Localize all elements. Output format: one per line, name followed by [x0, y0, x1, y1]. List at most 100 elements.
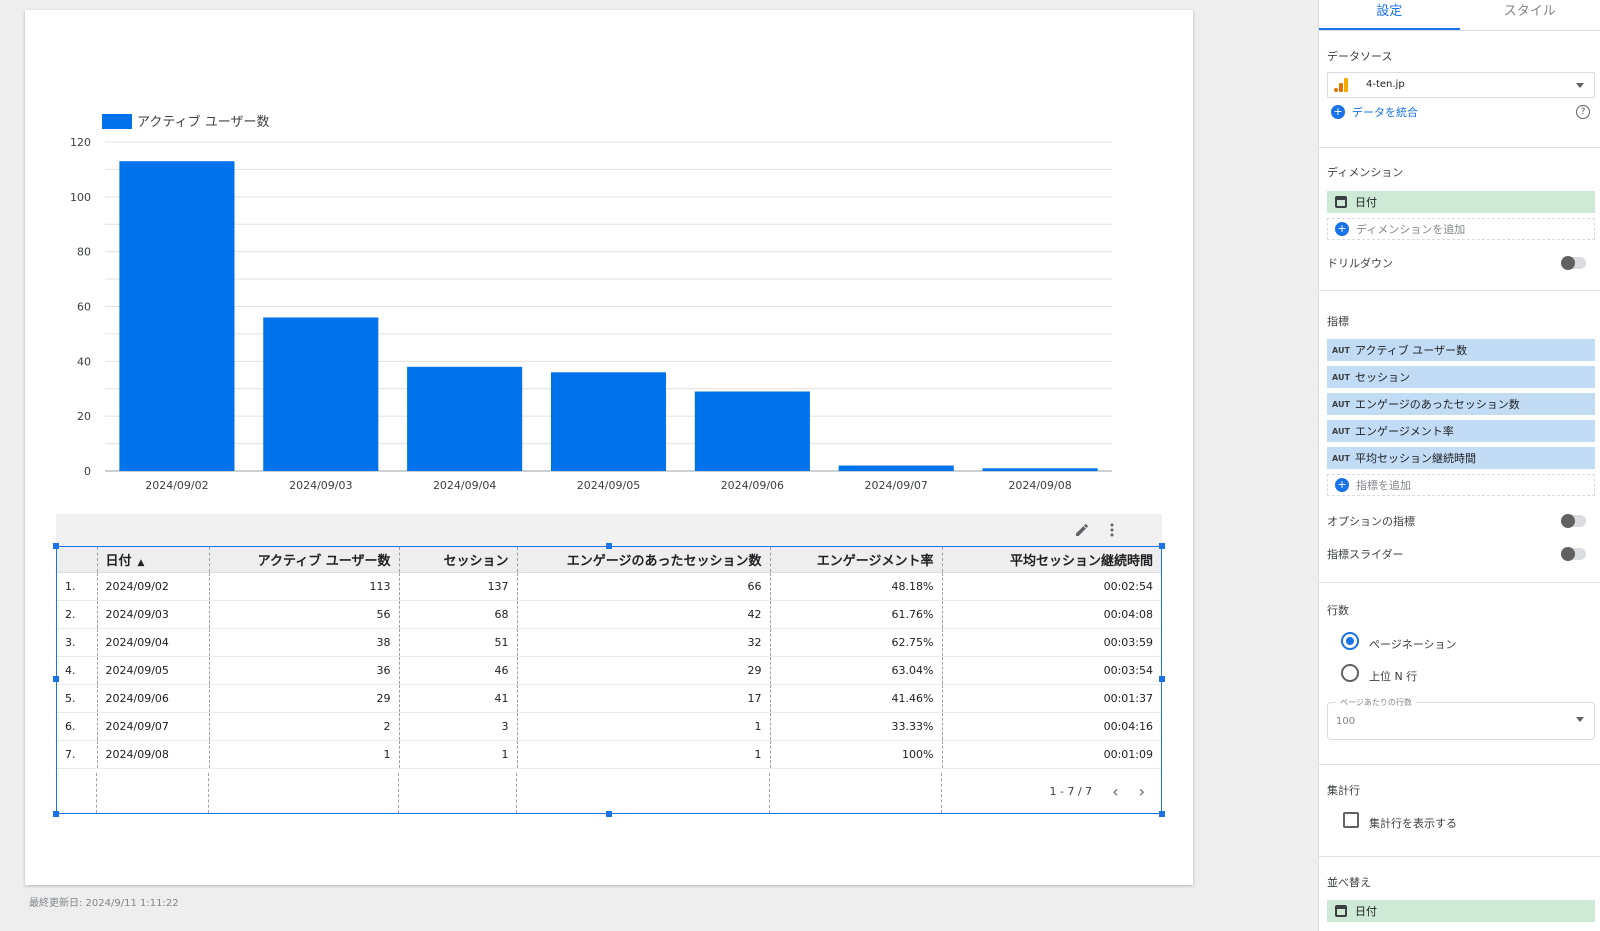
bar[interactable]: [838, 465, 954, 471]
bar[interactable]: [263, 317, 379, 471]
bar[interactable]: [694, 391, 810, 471]
x-tick-label: 2024/09/04: [433, 479, 496, 492]
help-icon[interactable]: ?: [1576, 105, 1590, 119]
cell-date: 2024/09/05: [97, 656, 210, 685]
summary-row-label: 集計行を表示する: [1369, 817, 1457, 830]
data-source-select[interactable]: 4-ten.jp: [1327, 72, 1595, 98]
cell-sessions: 1: [399, 740, 518, 769]
bar[interactable]: [550, 372, 667, 471]
pencil-icon[interactable]: [1072, 520, 1092, 540]
more-vert-icon[interactable]: [1102, 520, 1122, 540]
divider: [1319, 147, 1600, 148]
x-tick-label: 2024/09/03: [289, 479, 352, 492]
bar[interactable]: [119, 161, 235, 472]
cell-sessions: 68: [399, 600, 518, 629]
cell-avg-session-duration: 00:03:54: [942, 656, 1161, 685]
chevron-right-icon[interactable]: ›: [1139, 782, 1145, 801]
cell-date: 2024/09/04: [97, 628, 210, 657]
chevron-down-icon: [1576, 717, 1584, 722]
chevron-left-icon[interactable]: ‹: [1112, 782, 1118, 801]
cell-date: 2024/09/06: [97, 684, 210, 713]
sort-chip-date[interactable]: 日付: [1327, 900, 1595, 922]
divider: [1319, 856, 1600, 857]
header-engaged-sessions[interactable]: エンゲージのあったセッション数: [517, 547, 771, 573]
x-tick-label: 2024/09/02: [145, 479, 208, 492]
resize-handle[interactable]: [1159, 543, 1165, 549]
dimension-chip-date[interactable]: 日付: [1327, 191, 1595, 213]
header-avg-session-duration[interactable]: 平均セッション継続時間: [942, 547, 1161, 573]
row-index: 4.: [57, 656, 98, 685]
add-dimension-button[interactable]: + ディメンションを追加: [1327, 218, 1595, 240]
metric-slider-toggle[interactable]: [1561, 547, 1586, 561]
y-tick-label: 80: [77, 246, 91, 259]
resize-handle[interactable]: [606, 543, 612, 549]
table-toolbar: [56, 514, 1162, 546]
calendar-icon: [1327, 905, 1355, 917]
y-tick-label: 40: [77, 355, 91, 368]
cell-date: 2024/09/03: [97, 600, 210, 629]
table-row[interactable]: 3. 2024/09/04 38 51 32 62.75% 00:03:59: [57, 628, 1161, 657]
table-row[interactable]: 7. 2024/09/08 1 1 1 100% 00:01:09: [57, 740, 1161, 769]
cell-engaged-sessions: 32: [517, 628, 771, 657]
column-guide: [769, 773, 770, 813]
resize-handle[interactable]: [1159, 676, 1165, 682]
table-row[interactable]: 5. 2024/09/06 29 41 17 41.46% 00:01:37: [57, 684, 1161, 713]
cell-engagement-rate: 63.04%: [770, 656, 943, 685]
header-date[interactable]: 日付 ▲: [97, 547, 210, 573]
metric-chip-engagement-rate[interactable]: AUT エンゲージメント率: [1327, 420, 1595, 442]
resize-handle[interactable]: [53, 811, 59, 817]
data-table-container[interactable]: 日付 ▲ アクティブ ユーザー数 セッション エンゲージのあったセッション数 エン…: [56, 546, 1162, 814]
resize-handle[interactable]: [1159, 811, 1165, 817]
summary-row-checkbox[interactable]: [1343, 812, 1359, 828]
cell-active-users: 38: [209, 628, 400, 657]
bar[interactable]: [982, 468, 1098, 471]
rows-title: 行数: [1327, 604, 1349, 617]
data-table: 日付 ▲ アクティブ ユーザー数 セッション エンゲージのあったセッション数 エン…: [57, 547, 1161, 769]
metrics-title: 指標: [1327, 315, 1349, 328]
resize-handle[interactable]: [53, 676, 59, 682]
header-sessions[interactable]: セッション: [399, 547, 518, 573]
table-row[interactable]: 6. 2024/09/07 2 3 1 33.33% 00:04:16: [57, 712, 1161, 741]
bar[interactable]: [407, 366, 523, 471]
header-engagement-rate[interactable]: エンゲージメント率: [770, 547, 943, 573]
metric-chip-sessions[interactable]: AUT セッション: [1327, 366, 1595, 388]
cell-engagement-rate: 61.76%: [770, 600, 943, 629]
y-tick-label: 120: [70, 136, 91, 149]
blend-data-link[interactable]: + データを統合: [1327, 104, 1418, 120]
tab-style[interactable]: スタイル: [1460, 0, 1600, 30]
y-tick-label: 0: [84, 465, 91, 478]
metric-chip-active-users[interactable]: AUT アクティブ ユーザー数: [1327, 339, 1595, 361]
x-tick-label: 2024/09/05: [577, 479, 640, 492]
tab-setup[interactable]: 設定: [1319, 0, 1460, 30]
rows-per-page-select[interactable]: ページあたりの行数 100: [1327, 697, 1595, 740]
drilldown-label: ドリルダウン: [1327, 257, 1393, 270]
resize-handle[interactable]: [606, 811, 612, 817]
calendar-icon: [1327, 196, 1355, 208]
column-guide: [941, 773, 942, 813]
table-row[interactable]: 2. 2024/09/03 56 68 42 61.76% 00:04:08: [57, 600, 1161, 629]
metric-chip-engaged-sessions[interactable]: AUT エンゲージのあったセッション数: [1327, 393, 1595, 415]
table-row[interactable]: 1. 2024/09/02 113 137 66 48.18% 00:02:54: [57, 572, 1161, 601]
top-n-radio[interactable]: [1341, 664, 1359, 682]
cell-engaged-sessions: 1: [517, 740, 771, 769]
table-row[interactable]: 4. 2024/09/05 36 46 29 63.04% 00:03:54: [57, 656, 1161, 685]
y-tick-label: 60: [77, 301, 91, 314]
analytics-icon: [1334, 78, 1348, 95]
drilldown-toggle[interactable]: [1561, 256, 1586, 270]
pagination-radio-label: ページネーション: [1369, 638, 1457, 651]
optional-metrics-label: オプションの指標: [1327, 515, 1415, 528]
cell-active-users: 56: [209, 600, 400, 629]
pagination-radio[interactable]: [1341, 632, 1359, 650]
x-tick-label: 2024/09/08: [1008, 479, 1071, 492]
bar-chart[interactable]: 0 20 40 60 80 100 120 2024/09/02 2024/09/03 2024/…: [25, 10, 1193, 510]
header-active-users[interactable]: アクティブ ユーザー数: [209, 547, 400, 573]
divider: [1319, 290, 1600, 291]
cell-sessions: 46: [399, 656, 518, 685]
add-metric-button[interactable]: + 指標を追加: [1327, 474, 1595, 496]
cell-avg-session-duration: 00:01:09: [942, 740, 1161, 769]
optional-metrics-toggle[interactable]: [1561, 514, 1586, 528]
metric-chip-avg-session-duration[interactable]: AUT 平均セッション継続時間: [1327, 447, 1595, 469]
cell-sessions: 137: [399, 572, 518, 601]
resize-handle[interactable]: [53, 543, 59, 549]
cell-sessions: 41: [399, 684, 518, 713]
